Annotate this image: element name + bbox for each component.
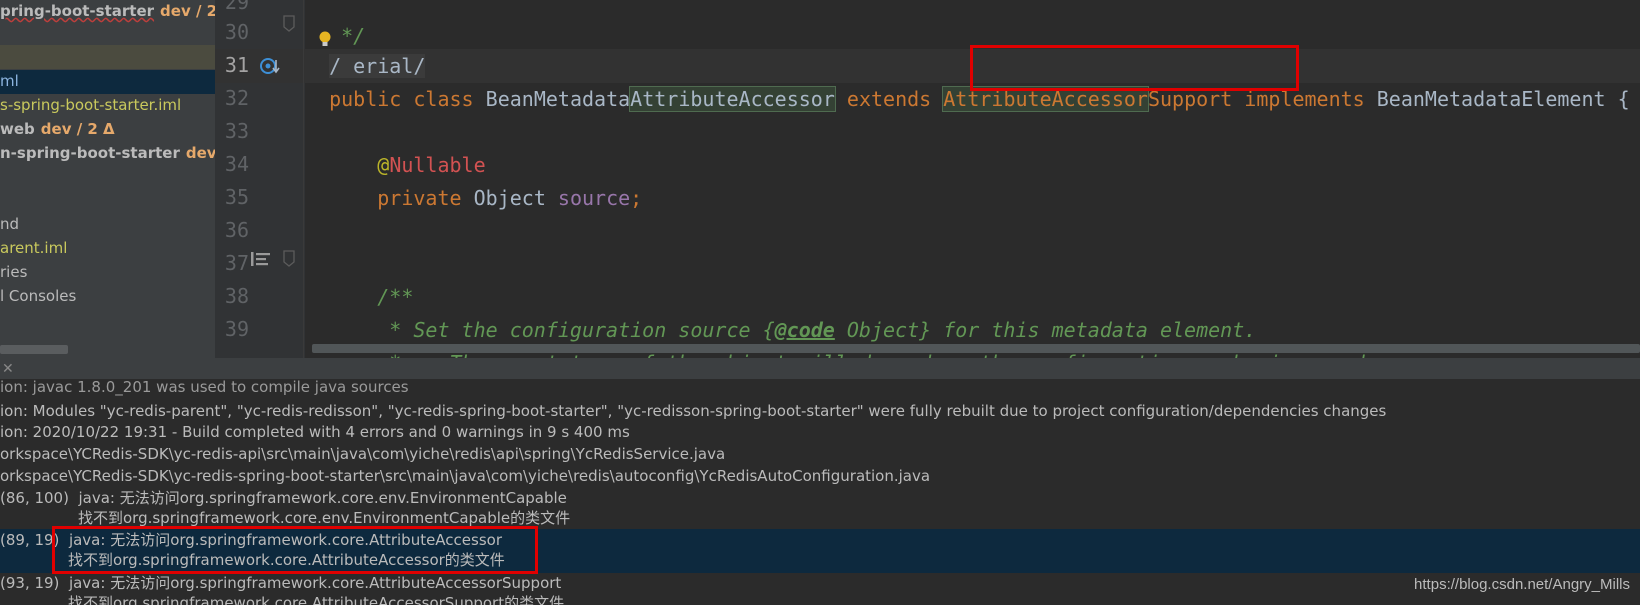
code-line-31[interactable]: public class BeanMetadataAttributeAccess… xyxy=(305,48,1630,112)
vcs-status: dev / xyxy=(185,144,215,162)
tree-row-selected xyxy=(0,70,215,94)
line-number: 32 xyxy=(224,86,249,110)
tree-item-file[interactable]: ml xyxy=(0,70,19,93)
code-line-37[interactable]: /** xyxy=(305,246,413,309)
error-detail: 找不到org.springframework.core.env.Environm… xyxy=(78,509,571,527)
error-message[interactable]: (86, 100) java: 无法访问org.springframework.… xyxy=(0,488,567,509)
watermark: https://blog.csdn.net/Angry_Mills xyxy=(1414,576,1630,593)
line-number: 36 xyxy=(224,218,249,242)
error-message-selected[interactable]: (89, 19) java: 无法访问org.springframework.c… xyxy=(0,530,502,551)
line-number: 31 xyxy=(224,53,249,77)
class-name-highlight: AttributeAccessor xyxy=(629,86,836,112)
line-number: 30 xyxy=(224,20,249,44)
line-number: 38 xyxy=(224,284,249,308)
error-detail: 找不到org.springframework.core.AttributeAcc… xyxy=(68,594,565,605)
line-number: 33 xyxy=(224,119,249,143)
structure-gutter-icon[interactable] xyxy=(250,250,272,271)
tree-horizontal-scrollbar[interactable] xyxy=(0,345,68,354)
tree-item-external-libraries[interactable]: ries xyxy=(0,261,27,284)
vcs-status: dev / 2 Δ xyxy=(160,2,215,20)
code-line-38[interactable]: * Set the configuration source {@code Ob… xyxy=(305,279,1256,342)
build-message[interactable]: ion: 2020/10/22 19:31 - Build completed … xyxy=(0,422,630,443)
line-number: 39 xyxy=(224,317,249,341)
build-message[interactable]: ion: javac 1.8.0_201 was used to compile… xyxy=(0,377,409,398)
tree-item-folder[interactable]: nd xyxy=(0,213,19,236)
fold-icon[interactable] xyxy=(282,250,296,271)
error-file-path[interactable]: orkspace\YCRedis-SDK\yc-redis-api\src\ma… xyxy=(0,444,725,465)
gutter-separator xyxy=(303,0,304,358)
build-panel-header xyxy=(0,358,1640,379)
editor-horizontal-scrollbar[interactable] xyxy=(312,344,1640,353)
fold-icon[interactable] xyxy=(282,15,296,36)
tree-item-module[interactable]: n-spring-boot-starterdev / xyxy=(0,142,215,165)
line-number: 35 xyxy=(224,185,249,209)
tree-row-highlight xyxy=(0,45,215,69)
tree-item-iml[interactable]: s-spring-boot-starter.iml xyxy=(0,94,181,117)
project-tree-panel: pring-boot-starterdev / 2 Δ ml s-spring-… xyxy=(0,0,215,358)
implementing-gutter-icon[interactable] xyxy=(260,57,282,80)
build-message[interactable]: ion: Modules "yc-redis-parent", "yc-redi… xyxy=(0,401,1386,422)
tree-item-module[interactable]: pring-boot-starterdev / 2 Δ xyxy=(0,0,215,23)
tree-item-scratches[interactable]: l Consoles xyxy=(0,285,76,308)
line-number: 34 xyxy=(224,152,249,176)
class-name: BeanMetadata xyxy=(485,87,631,111)
tree-item-iml[interactable]: arent.iml xyxy=(0,237,67,260)
error-message[interactable]: (93, 19) java: 无法访问org.springframework.c… xyxy=(0,573,561,594)
vcs-status: dev / 2 Δ xyxy=(40,120,115,138)
tree-item-module[interactable]: web dev / 2 Δ xyxy=(0,118,115,141)
code-line-34[interactable]: private Object source; xyxy=(305,147,642,210)
code-line-33[interactable]: @Nullable xyxy=(305,114,485,177)
code-line-39[interactable]: * <p>The exact type of the object will d… xyxy=(305,312,1376,375)
error-file-path[interactable]: orkspace\YCRedis-SDK\yc-redis-spring-boo… xyxy=(0,466,930,487)
line-number: 37 xyxy=(224,251,249,275)
superclass-highlight: AttributeAccessor xyxy=(942,86,1149,112)
error-detail: 找不到org.springframework.core.AttributeAcc… xyxy=(68,551,505,569)
